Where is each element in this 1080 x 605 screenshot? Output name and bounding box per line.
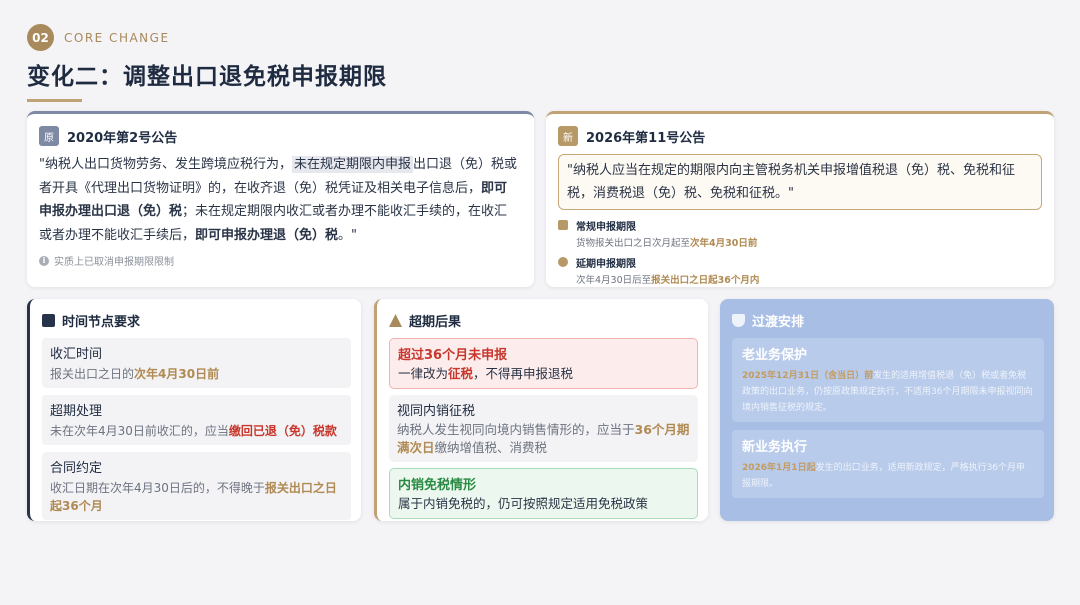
desc-prefix: 一律改为 — [398, 366, 449, 381]
over-36-months-item: 超过36个月未申报 一律改为征税，不得再申报退税 — [389, 338, 698, 389]
old-note: i 实质上已取消申报期限限制 — [39, 253, 520, 268]
deemed-title: 视同内销征税 — [397, 404, 476, 419]
desc-highlight: 次年4月30日前 — [134, 367, 220, 381]
time-node-desc: 报关出口之日的次年4月30日前 — [50, 365, 343, 383]
deemed-desc: 纳税人发生视同向境内销售情形的，应当于36个月期满次日缴纳增值税、消费税 — [397, 421, 690, 457]
old-text-end: 。" — [338, 227, 358, 243]
old-policy-card: 原 2020年第2号公告 "纳税人出口货物劳务、发生跨境应税行为， 未在规定期限内… — [27, 111, 534, 287]
desc-highlight: 2025年12月31日（含当日）前 — [742, 371, 874, 381]
transition-card: 过渡安排 老业务保护 2025年12月31日（含当日）前发生的适用增值税退（免）… — [720, 299, 1054, 521]
old-text-part-1: "纳税人出口货物劳务、发生跨境应税行为， — [39, 157, 292, 172]
time-node-label: 超期处理 — [50, 404, 103, 419]
consequences-card: 超期后果 超过36个月未申报 一律改为征税，不得再申报退税 视同内销征税 纳税人… — [374, 299, 708, 521]
new-policy-card: 新 2026年第11号公告 "纳税人应当在规定的期限内向主管税务机关申报增值税退… — [546, 111, 1054, 287]
regular-period-title: 常规申报期限 — [576, 222, 636, 233]
time-nodes-header: 时间节点要求 — [42, 311, 351, 330]
clock-icon — [558, 257, 568, 267]
info-icon: i — [39, 255, 49, 266]
transition-header: 过渡安排 — [732, 311, 1044, 330]
extended-period: 延期申报期限 次年4月30日后至报关出口之日起36个月内 — [558, 255, 1042, 286]
transition-title: 过渡安排 — [752, 315, 805, 330]
over-36-desc: 一律改为征税，不得再申报退税 — [398, 365, 689, 383]
old-tag: 原 — [39, 126, 59, 146]
calendar-icon — [558, 220, 568, 230]
regular-desc-prefix: 货物报关出口之日次月起至 — [576, 238, 691, 249]
old-policy-text: "纳税人出口货物劳务、发生跨境应税行为， 未在规定期限内申报 出口退（免）税或者开具… — [39, 153, 520, 247]
desc-highlight: 2026年1月1日起 — [742, 463, 816, 473]
exempt-title: 内销免税情形 — [398, 478, 477, 493]
warning-icon — [389, 314, 402, 327]
section-badge-row: 02 CORE CHANGE — [27, 24, 387, 51]
old-business-title: 老业务保护 — [742, 348, 808, 363]
new-card-header: 新 2026年第11号公告 — [558, 126, 1042, 146]
new-business-title: 新业务执行 — [742, 440, 808, 455]
desc-prefix: 纳税人发生视同向境内销售情形的，应当于 — [397, 422, 635, 437]
time-node-desc: 未在次年4月30日前收汇的，应当缴回已退（免）税款 — [50, 422, 343, 440]
calendar-check-icon — [42, 314, 55, 327]
new-policy-quote: "纳税人应当在规定的期限内向主管税务机关申报增值税退（免）税、免税和征税，消费税… — [558, 154, 1042, 210]
exempt-desc: 属于内销免税的，仍可按照规定适用免税政策 — [398, 496, 649, 511]
desc-suffix: 缴纳增值税、消费税 — [434, 440, 548, 455]
extended-desc-prefix: 次年4月30日后至 — [576, 275, 652, 286]
section-number-badge: 02 — [27, 24, 54, 51]
desc-prefix: 报关出口之日的 — [50, 367, 135, 381]
title-underline — [27, 99, 82, 102]
time-node-label: 收汇时间 — [50, 347, 103, 362]
time-node-item: 收汇时间 报关出口之日的次年4月30日前 — [42, 338, 351, 388]
time-nodes-card: 时间节点要求 收汇时间 报关出口之日的次年4月30日前 超期处理 未在次年4月3… — [27, 299, 361, 521]
extended-desc-highlight: 报关出口之日起36个月内 — [651, 275, 760, 286]
regular-period: 常规申报期限 货物报关出口之日次月起至次年4月30日前 — [558, 218, 1042, 249]
old-business-item: 老业务保护 2025年12月31日（含当日）前发生的适用增值税退（免）税或者免税… — [732, 338, 1044, 422]
time-node-item: 超期处理 未在次年4月30日前收汇的，应当缴回已退（免）税款 — [42, 395, 351, 445]
time-nodes-title: 时间节点要求 — [62, 315, 141, 330]
extended-period-title: 延期申报期限 — [576, 259, 636, 270]
consequences-header: 超期后果 — [389, 311, 698, 330]
time-node-desc: 收汇日期在次年4月30日后的，不得晚于报关出口之日起36个月 — [50, 479, 343, 515]
regular-period-desc: 货物报关出口之日次月起至次年4月30日前 — [576, 235, 757, 249]
consequences-title: 超期后果 — [409, 315, 462, 330]
old-card-header: 原 2020年第2号公告 — [39, 126, 520, 146]
desc-prefix: 未在次年4月30日前收汇的，应当 — [50, 424, 229, 438]
desc-highlight: 征税 — [448, 366, 474, 381]
old-text-bold-2: 即可申报办理退（免）税 — [195, 227, 339, 243]
header: 02 CORE CHANGE 变化二：调整出口退免税申报期限 — [27, 24, 387, 102]
new-card-title: 2026年第11号公告 — [586, 130, 706, 146]
old-business-desc: 2025年12月31日（含当日）前发生的适用增值税退（免）税或者免税政策的出口业… — [742, 368, 1034, 416]
old-text-highlight: 未在规定期限内申报 — [291, 156, 413, 173]
new-tag: 新 — [558, 126, 578, 146]
over-36-title: 超过36个月未申报 — [398, 348, 508, 363]
desc-highlight: 缴回已退（免）税款 — [228, 424, 337, 438]
deemed-domestic-item: 视同内销征税 纳税人发生视同向境内销售情形的，应当于36个月期满次日缴纳增值税、… — [389, 395, 698, 462]
regular-desc-highlight: 次年4月30日前 — [690, 238, 758, 249]
domestic-exempt-item: 内销免税情形 属于内销免税的，仍可按照规定适用免税政策 — [389, 468, 698, 519]
extended-period-desc: 次年4月30日后至报关出口之日起36个月内 — [576, 272, 759, 286]
desc-suffix: ，不得再申报退税 — [473, 366, 574, 381]
shield-icon — [732, 314, 745, 327]
page-title: 变化二：调整出口退免税申报期限 — [27, 64, 387, 90]
old-note-text: 实质上已取消申报期限限制 — [54, 257, 174, 268]
desc-prefix: 收汇日期在次年4月30日后的，不得晚于 — [50, 481, 265, 495]
new-business-item: 新业务执行 2026年1月1日起发生的出口业务，适用新政规定，严格执行36个月申… — [732, 430, 1044, 498]
core-change-label: CORE CHANGE — [64, 30, 170, 45]
new-business-desc: 2026年1月1日起发生的出口业务，适用新政规定，严格执行36个月申报期限。 — [742, 460, 1034, 492]
old-card-title: 2020年第2号公告 — [67, 130, 178, 146]
time-node-label: 合同约定 — [50, 461, 103, 476]
time-node-item: 合同约定 收汇日期在次年4月30日后的，不得晚于报关出口之日起36个月 — [42, 452, 351, 520]
